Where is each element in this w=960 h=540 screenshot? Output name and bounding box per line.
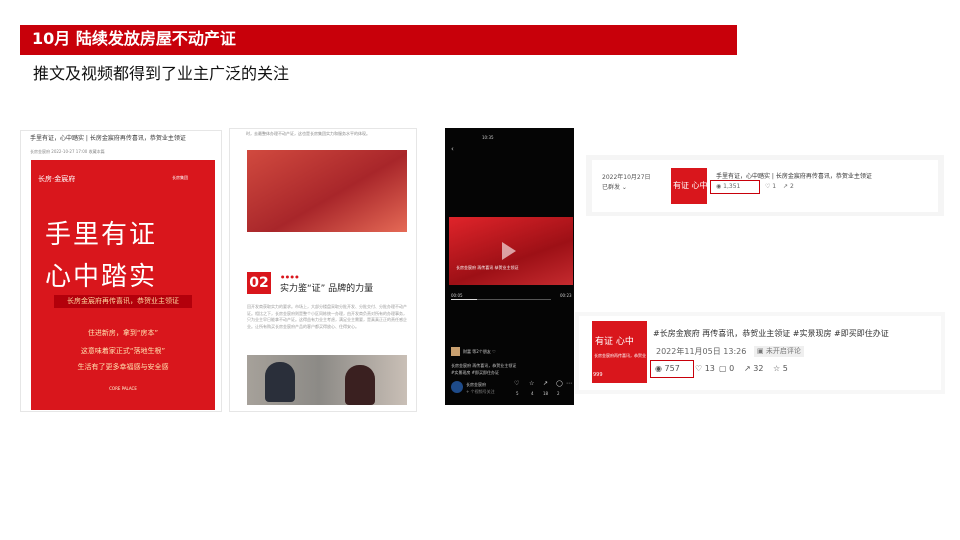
views-count: ◉ 757: [655, 364, 680, 373]
poster-headline-1: 手里有证: [45, 220, 158, 250]
badge-text: 未开启评论: [765, 347, 801, 355]
article-headline: 手里有证，心中踏实 | 长房金宸府再传喜讯，恭贺业主领证: [30, 135, 186, 142]
poster-footer: CORE PALACE: [109, 386, 137, 391]
likes-count: ♡ 1: [765, 183, 776, 190]
star-count: 4: [531, 391, 534, 396]
friends-liked: 财富 等2个朋友 ♡: [463, 349, 496, 354]
shares-value: 32: [753, 364, 764, 373]
share-icon: ↗: [744, 364, 754, 373]
like-icon[interactable]: ♡: [514, 380, 519, 387]
section-dots: ● ● ● ●: [281, 274, 299, 279]
account-name[interactable]: 长房金宸府: [466, 382, 486, 388]
person-figure: [345, 365, 375, 405]
poster-brand: 长房集团: [172, 175, 188, 180]
thumbnail-text: 有证 心中: [595, 337, 634, 347]
video-desc-line: #实景现房 #即买即住办证: [451, 370, 499, 375]
heart-icon: ♡: [695, 364, 705, 373]
person-figure: [265, 362, 295, 402]
comments-count: ▢ 0: [719, 364, 734, 373]
more-icon[interactable]: ⋯: [566, 380, 572, 387]
article-title[interactable]: 手里有证，心中踏实 | 长房金宸府再传喜讯，恭贺业主领证: [716, 171, 872, 180]
video-date: 2022年11月05日 13:26: [656, 347, 747, 356]
comment-status-badge: ▣ 未开启评论: [754, 346, 804, 357]
back-icon[interactable]: ‹: [451, 145, 454, 153]
stars-value: 5: [782, 364, 788, 373]
article-intro-text: 时，去最整体办理不动产证，这也是长房集团实力和服务水平的体现。: [246, 131, 370, 136]
publish-status[interactable]: 已群发 ⌄: [602, 182, 627, 191]
star-icon[interactable]: ☆: [529, 380, 534, 387]
account-avatar[interactable]: [451, 381, 463, 393]
certificates-photo: [247, 150, 407, 232]
comment-off-icon: ▣: [757, 347, 766, 355]
page-subtitle: 推文及视频都得到了业主广泛的关注: [33, 64, 290, 83]
likes-value: 13: [704, 364, 715, 373]
video-progress-fill: [451, 299, 477, 300]
comment-icon: ▢: [719, 364, 730, 373]
eye-icon: ◉: [655, 364, 665, 373]
poster-line: 这意味着家正式“落地生根”: [80, 347, 166, 355]
article-meta: 长房金宸府 2022-10-27 17:00 收藏本篇: [30, 149, 105, 154]
shares-value: 2: [789, 183, 794, 190]
star-icon: ☆: [773, 364, 783, 373]
share-count: 18: [543, 391, 549, 396]
video-desc-line: 长房金宸府 再传喜讯，恭贺业主领证: [451, 363, 517, 368]
section-title: 实力鉴“证” 品牌的力量: [280, 284, 374, 294]
poster-headline-2: 心中踏实: [45, 262, 158, 292]
poster-logo: 长房·金宸府: [38, 175, 76, 183]
views-value: 757: [664, 364, 680, 373]
account-sub: + 个视频号关注: [466, 389, 495, 394]
friend-avatar: [451, 347, 460, 356]
comment-count: 2: [557, 391, 560, 396]
video-time-left: 00:05: [451, 293, 463, 298]
stars-count: ☆ 5: [773, 364, 788, 373]
shares-count: ↗ 32: [744, 364, 763, 373]
views-value: 1,351: [723, 183, 741, 190]
comment-icon[interactable]: ◯: [556, 380, 563, 387]
poster-line: 住进新房，拿到“房本”: [87, 329, 159, 337]
video-time-right: 00:23: [560, 293, 572, 298]
play-icon[interactable]: [502, 242, 516, 260]
views-count: ◉ 1,351: [716, 183, 740, 190]
video-tags[interactable]: #长房金宸府 再传喜讯，恭贺业主领证 #实景现房 #即买即住办证: [653, 328, 889, 339]
likes-count: ♡ 13: [695, 364, 715, 373]
section-number: 02: [247, 272, 271, 294]
comments-value: 0: [729, 364, 735, 373]
publish-date: 2022年10月27日: [602, 174, 651, 181]
thumbnail-number: 999: [593, 372, 603, 378]
share-icon[interactable]: ↗: [543, 380, 548, 387]
like-count: 5: [516, 391, 519, 396]
thumbnail-text: 有证 心中: [673, 181, 708, 190]
page-title: 10月 陆续发放房屋不动产证: [32, 29, 236, 48]
status-time: 10:35: [482, 135, 494, 140]
poster-tagline: 长房金宸府再传喜讯，恭贺业主领证: [54, 295, 192, 308]
video-caption: 长房金宸府 再传喜讯 恭贺业主领证: [456, 265, 519, 270]
share-icon: ↗: [783, 183, 790, 190]
poster-line: 生活有了更多幸福感与安全感: [77, 363, 169, 371]
likes-value: 1: [772, 183, 777, 190]
thumbnail-subtext: 长房金宸府再传喜讯，恭贺业: [594, 353, 646, 358]
section-body: 回开发商获取实力的要求。市场上，大部分楼盘采取分批开发、分批交付、分批办理不动产…: [247, 304, 407, 329]
shares-count: ↗ 2: [783, 183, 794, 190]
